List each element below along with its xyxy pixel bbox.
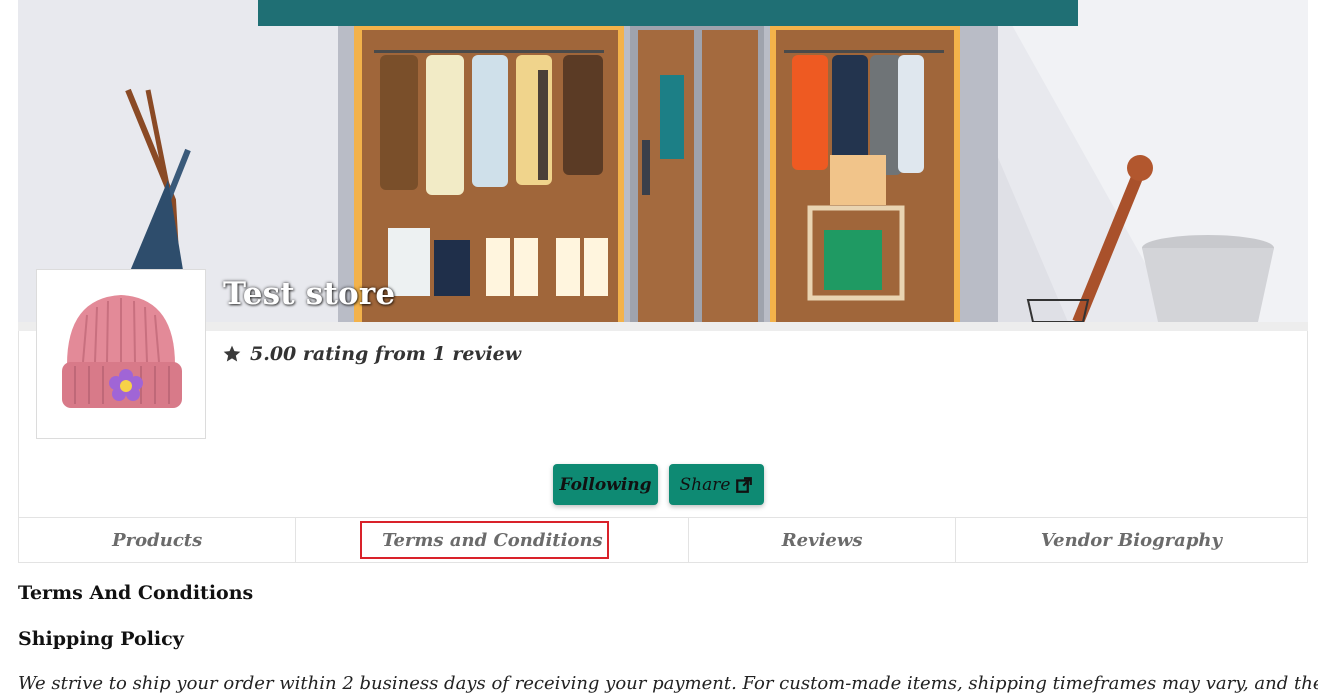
rating-text: 5.00 rating from 1 review xyxy=(250,343,522,365)
tab-products-label: Products xyxy=(112,529,203,551)
tab-reviews[interactable]: Reviews xyxy=(689,518,956,562)
tab-vendor-biography-label: Vendor Biography xyxy=(1040,529,1222,551)
store-banner xyxy=(18,0,1308,322)
external-link-icon xyxy=(736,476,753,493)
tab-products[interactable]: Products xyxy=(19,518,297,562)
terms-heading: Terms And Conditions xyxy=(18,582,254,604)
tab-reviews-label: Reviews xyxy=(781,529,863,551)
share-button[interactable]: Share xyxy=(669,464,764,505)
tab-vendor-biography[interactable]: Vendor Biography xyxy=(956,518,1307,562)
storefront-illustration xyxy=(18,0,1308,322)
beanie-logo xyxy=(62,295,182,408)
store-tabs: Products Terms and Conditions Reviews Ve… xyxy=(18,517,1308,563)
tab-terms-and-conditions[interactable]: Terms and Conditions xyxy=(296,518,690,562)
following-label: Following xyxy=(559,474,652,495)
store-info-panel xyxy=(18,331,1308,448)
shipping-policy-text: We strive to ship your order within 2 bu… xyxy=(18,673,1318,694)
store-avatar xyxy=(36,269,206,439)
store-actions: Following Share xyxy=(18,447,1308,518)
share-label: Share xyxy=(679,474,731,495)
store-rating: 5.00 rating from 1 review xyxy=(222,343,521,365)
following-button[interactable]: Following xyxy=(553,464,658,505)
banner-bottom-strip xyxy=(18,322,1308,331)
store-name: Test store xyxy=(223,276,396,312)
shipping-policy-heading: Shipping Policy xyxy=(18,628,184,650)
star-icon xyxy=(223,345,241,362)
active-tab-highlight xyxy=(360,521,610,559)
